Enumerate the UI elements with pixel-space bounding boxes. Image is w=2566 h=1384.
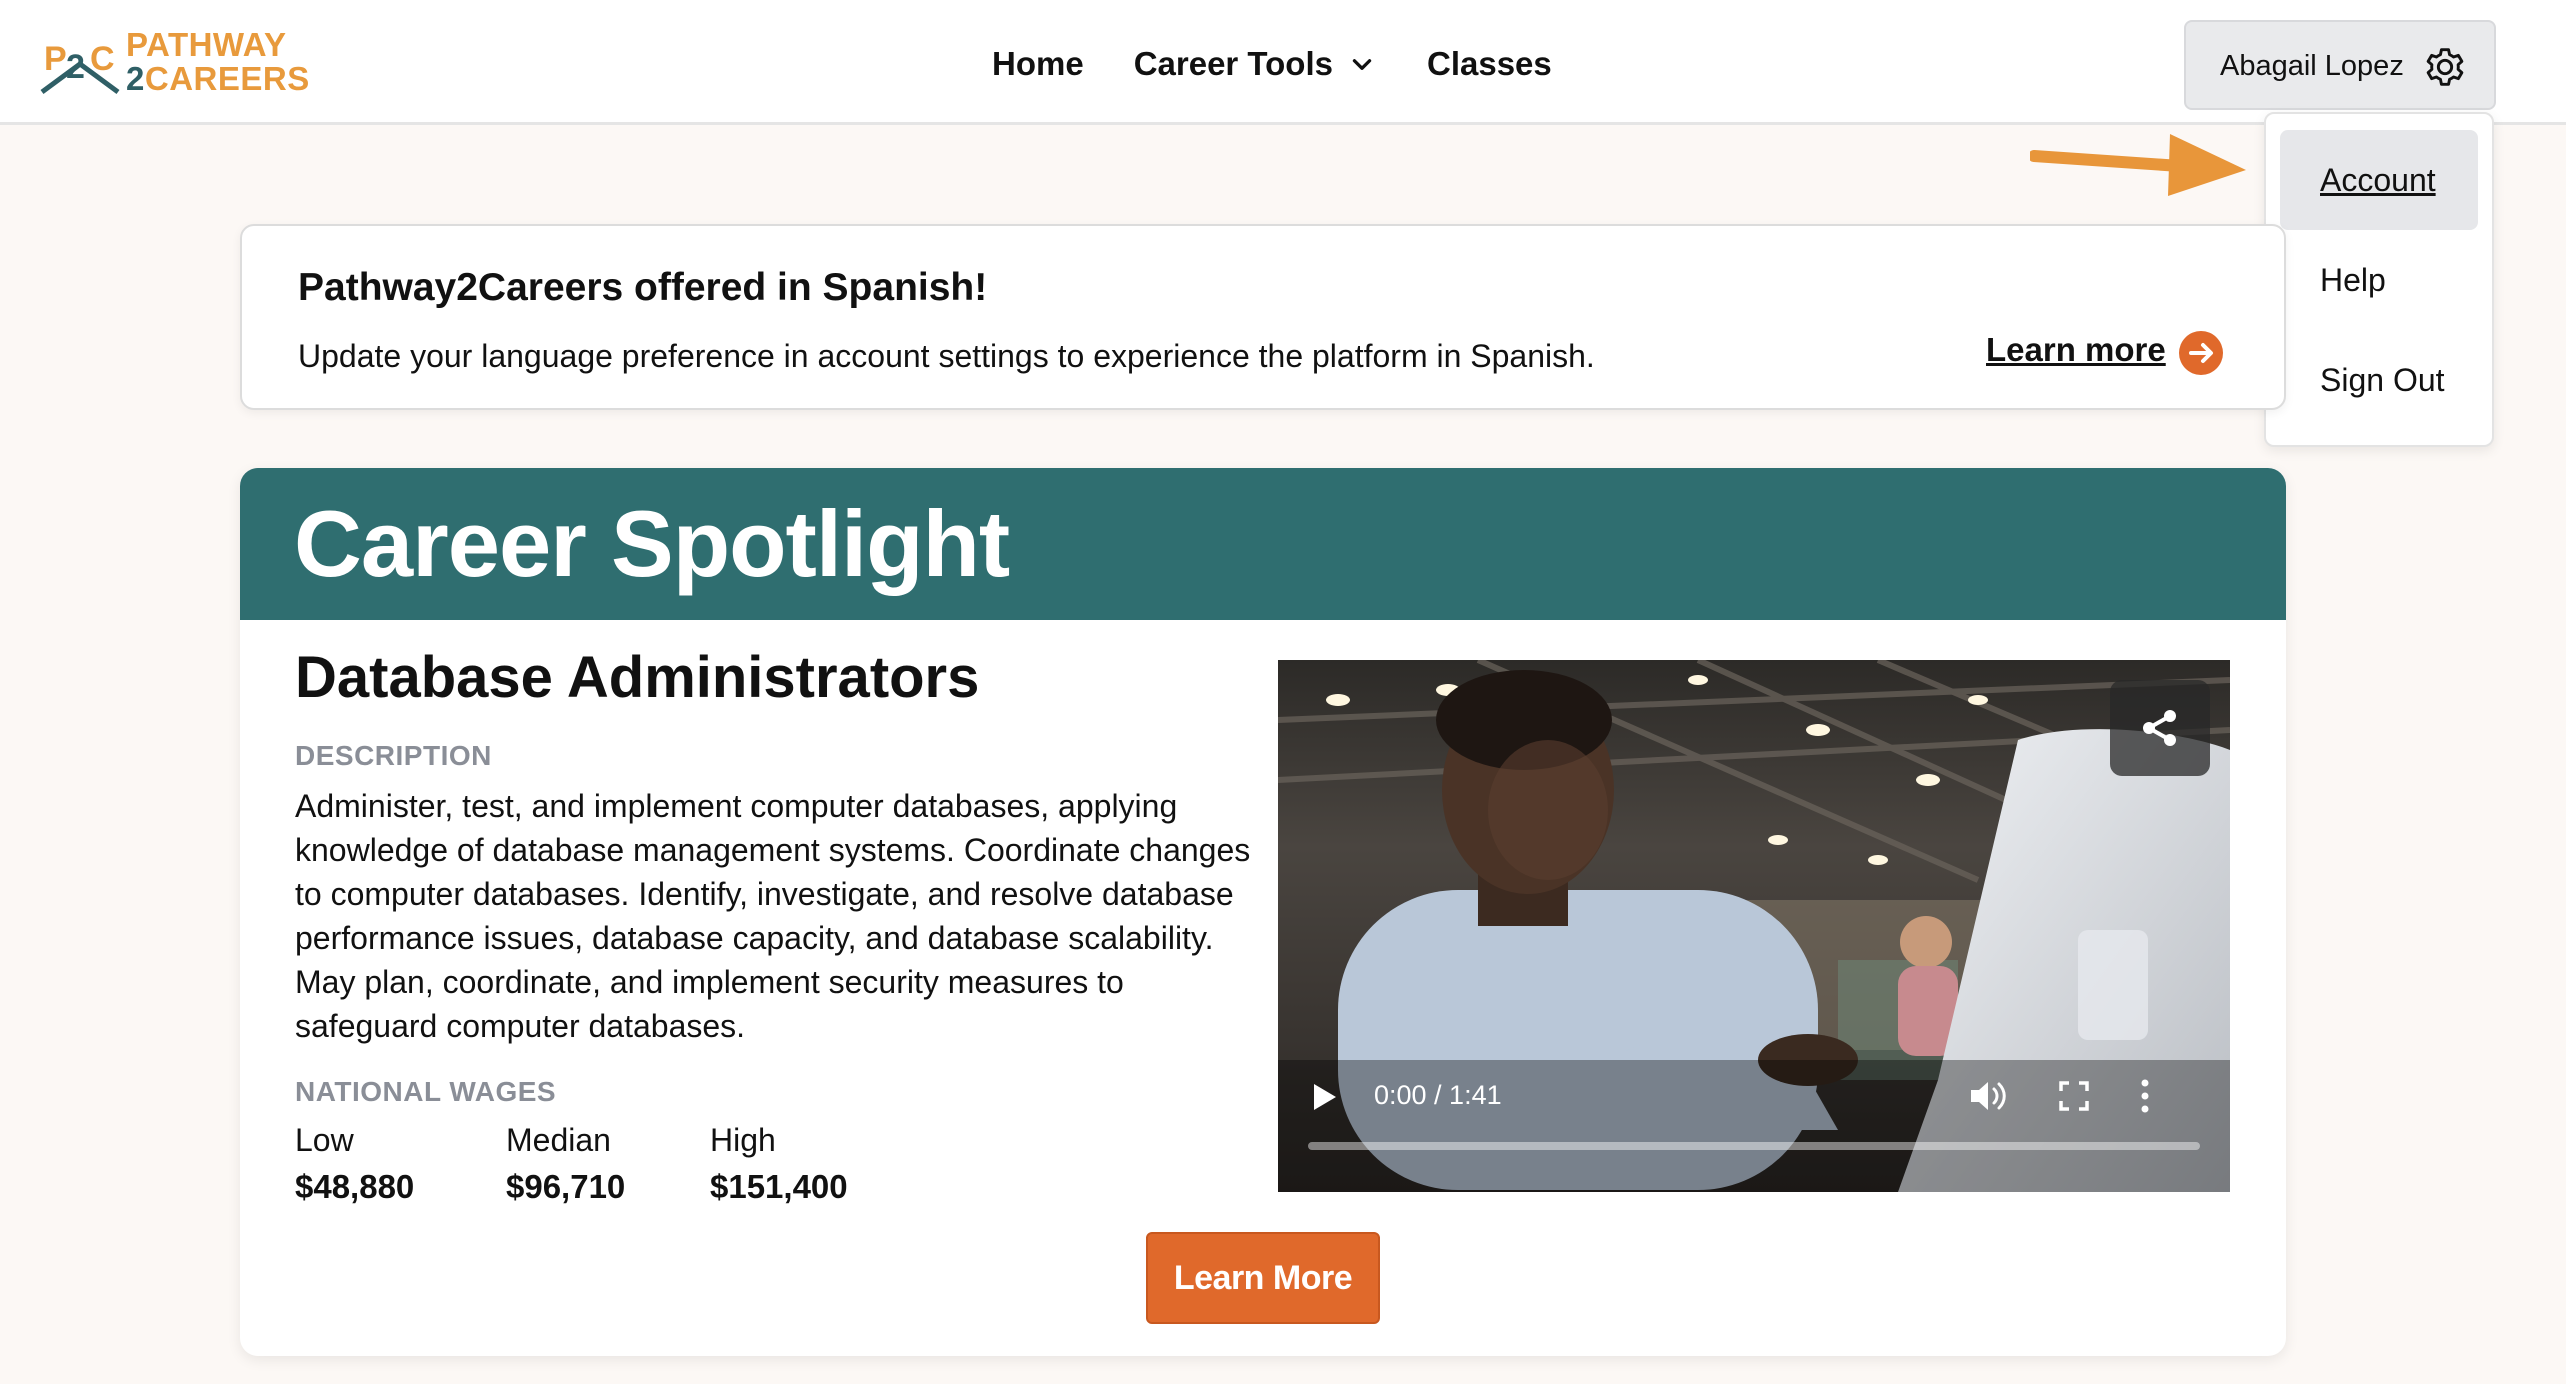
logo-line-2-number: 2 <box>126 60 145 97</box>
wage-high-label: High <box>710 1122 776 1158</box>
wage-median-value: $96,710 <box>506 1168 626 1205</box>
wage-median: Median $96,710 <box>506 1118 625 1212</box>
fullscreen-icon[interactable] <box>2058 1080 2090 1112</box>
wage-low: Low $48,880 <box>295 1118 414 1212</box>
video-time: 0:00 / 1:41 <box>1374 1080 1502 1110</box>
career-spotlight-title: Career Spotlight <box>294 491 1010 596</box>
svg-text:C: C <box>90 40 115 78</box>
top-navigation-bar: P 2 C PATHWAY 2CAREERS Home Career Tools… <box>0 0 2566 125</box>
career-spotlight-card: Career Spotlight Database Administrators… <box>240 468 2286 1356</box>
annotation-arrow-icon <box>2030 134 2246 196</box>
job-description: Administer, test, and implement computer… <box>295 788 1251 1044</box>
job-title: Database Administrators <box>295 645 980 710</box>
menu-item-sign-out[interactable]: Sign Out <box>2280 330 2478 430</box>
menu-item-help[interactable]: Help <box>2280 230 2478 330</box>
arrow-right-circle-icon[interactable] <box>2178 330 2224 376</box>
nav-classes[interactable]: Classes <box>1427 45 1552 83</box>
wage-high: High $151,400 <box>710 1118 848 1212</box>
career-spotlight-header: Career Spotlight <box>240 468 2286 620</box>
main-nav: Home Career Tools Classes <box>992 40 1552 88</box>
svg-text:2: 2 <box>66 48 85 86</box>
share-icon <box>2143 710 2176 746</box>
share-button[interactable] <box>2110 680 2210 776</box>
wage-median-label: Median <box>506 1122 611 1158</box>
nav-career-tools[interactable]: Career Tools <box>1134 45 1375 83</box>
menu-item-account[interactable]: Account <box>2280 130 2478 230</box>
banner-learn-more-link[interactable]: Learn more <box>1986 331 2166 369</box>
video-thumbnail <box>1278 660 2230 1192</box>
banner-title: Pathway2Careers offered in Spanish! <box>298 266 988 309</box>
volume-icon[interactable] <box>1968 1078 2008 1114</box>
play-icon[interactable] <box>1312 1082 1338 1112</box>
user-menu-button[interactable]: Abagail Lopez <box>2184 20 2496 110</box>
user-name: Abagail Lopez <box>2220 50 2404 82</box>
logo-line-1: PATHWAY <box>126 26 287 63</box>
description-label: DESCRIPTION <box>295 740 492 771</box>
nav-home[interactable]: Home <box>992 45 1084 83</box>
national-wages-label: NATIONAL WAGES <box>295 1076 557 1107</box>
pathway2careers-logo[interactable]: P 2 C PATHWAY 2CAREERS <box>40 26 309 101</box>
user-dropdown-menu: Account Help Sign Out <box>2264 112 2494 447</box>
learn-more-button[interactable]: Learn More <box>1146 1232 1380 1324</box>
logo-wordmark: PATHWAY 2CAREERS <box>126 28 310 96</box>
logo-line-2: 2CAREERS <box>126 62 310 96</box>
logo-mark-icon: P 2 C <box>40 40 120 95</box>
wage-high-value: $151,400 <box>710 1168 848 1205</box>
logo-line-2-word: CAREERS <box>144 60 310 97</box>
nav-career-tools-label: Career Tools <box>1133 45 1333 82</box>
video-progress-bar[interactable] <box>1308 1142 2200 1150</box>
career-video-player[interactable]: 0:00 / 1:41 <box>1278 660 2230 1192</box>
svg-text:P: P <box>44 40 67 78</box>
banner-text: Update your language preference in accou… <box>298 338 1595 374</box>
gear-icon <box>2426 48 2464 86</box>
chevron-down-icon <box>1352 59 1372 70</box>
spanish-language-banner: Pathway2Careers offered in Spanish! Upda… <box>240 224 2286 410</box>
wage-low-value: $48,880 <box>295 1168 415 1205</box>
wage-low-label: Low <box>295 1122 354 1158</box>
more-options-icon[interactable] <box>2138 1078 2152 1114</box>
